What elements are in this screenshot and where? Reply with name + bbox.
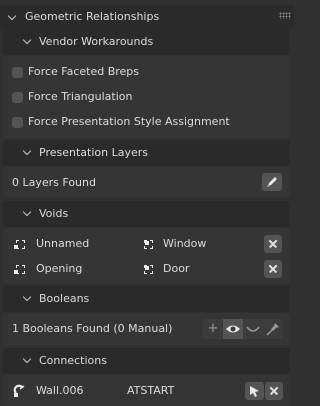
boolean-curve-button[interactable] [243, 319, 263, 339]
show-booleans-button[interactable] [223, 319, 243, 339]
pencil-icon [267, 177, 277, 187]
force-faceted-breps-checkbox[interactable] [12, 67, 23, 78]
chevron-down-icon [22, 207, 32, 217]
drag-grip-icon[interactable] [279, 12, 291, 19]
vendor-workarounds-title: Vendor Workarounds [39, 35, 154, 48]
edit-layers-button[interactable] [262, 173, 282, 191]
select-connection-button[interactable] [245, 382, 264, 400]
connections-title: Connections [39, 354, 107, 367]
void-filling[interactable]: Door [163, 262, 189, 276]
connections-section: Wall.006 ATSTART [3, 375, 290, 406]
voids-section: Unnamed Window Opening Door [3, 228, 290, 283]
panel-title: Geometric Relationships [25, 10, 160, 23]
presentation-layers-section: 0 Layers Found [3, 167, 290, 197]
chevron-down-icon [22, 35, 32, 45]
pin-button[interactable] [263, 319, 283, 339]
panel-header[interactable]: Geometric Relationships [0, 5, 294, 29]
booleans-found-text: 1 Booleans Found (0 Manual) [12, 322, 173, 335]
void-name[interactable]: Opening [36, 262, 82, 276]
pin-icon [266, 323, 279, 336]
force-faceted-breps-label: Force Faceted Breps [28, 65, 139, 78]
presentation-layers-header[interactable]: Presentation Layers [3, 140, 290, 166]
voids-header[interactable]: Voids [3, 201, 290, 227]
remove-void-button[interactable] [264, 235, 282, 253]
void-name[interactable]: Unnamed [36, 237, 89, 251]
remove-connection-button[interactable] [265, 382, 283, 400]
object-icon [142, 238, 153, 249]
chevron-down-icon [7, 11, 17, 21]
link-icon [13, 384, 25, 397]
booleans-title: Booleans [39, 292, 90, 305]
connected-element[interactable]: Wall.006 [36, 384, 84, 398]
boolean-tools: + [203, 319, 283, 339]
plus-icon[interactable]: + [203, 319, 223, 339]
boolean-curve-icon [246, 326, 260, 332]
vendor-workarounds-header[interactable]: Vendor Workarounds [3, 29, 290, 55]
booleans-header[interactable]: Booleans [3, 286, 290, 312]
presentation-layers-title: Presentation Layers [39, 146, 148, 159]
chevron-down-icon [22, 146, 32, 156]
object-icon [14, 263, 25, 274]
remove-void-button[interactable] [264, 260, 282, 278]
force-triangulation-checkbox[interactable] [12, 92, 23, 103]
void-filling[interactable]: Window [163, 237, 206, 251]
force-presentation-style-label: Force Presentation Style Assignment [28, 115, 230, 128]
force-triangulation-label: Force Triangulation [28, 90, 133, 103]
eye-icon [226, 325, 240, 333]
object-icon [14, 238, 25, 249]
chevron-down-icon [22, 292, 32, 302]
chevron-down-icon [22, 354, 32, 364]
layers-found-text: 0 Layers Found [12, 176, 96, 189]
connections-header[interactable]: Connections [3, 348, 290, 374]
force-presentation-style-checkbox[interactable] [12, 117, 23, 128]
connection-type: ATSTART [127, 384, 175, 397]
object-icon [142, 263, 153, 274]
voids-title: Voids [39, 207, 69, 220]
cursor-icon [250, 386, 259, 397]
vendor-workarounds-section: Force Faceted Breps Force Triangulation … [3, 56, 290, 138]
